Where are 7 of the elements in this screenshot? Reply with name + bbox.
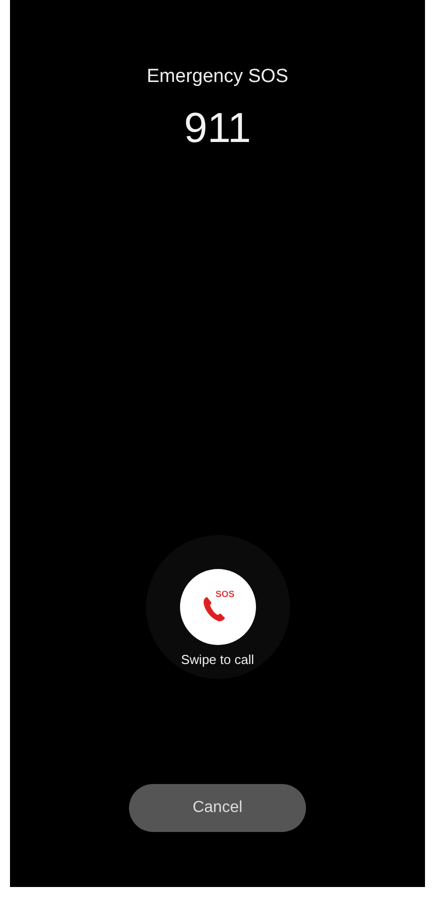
swipe-call-button[interactable]: SOS: [180, 569, 256, 645]
swipe-hint: Swipe to call: [181, 652, 254, 667]
screen-title: Emergency SOS: [146, 66, 288, 88]
phone-number: 911: [184, 104, 251, 152]
phone-icon: [202, 596, 226, 622]
sos-label: SOS: [216, 589, 235, 599]
cancel-button[interactable]: Cancel: [129, 784, 306, 832]
